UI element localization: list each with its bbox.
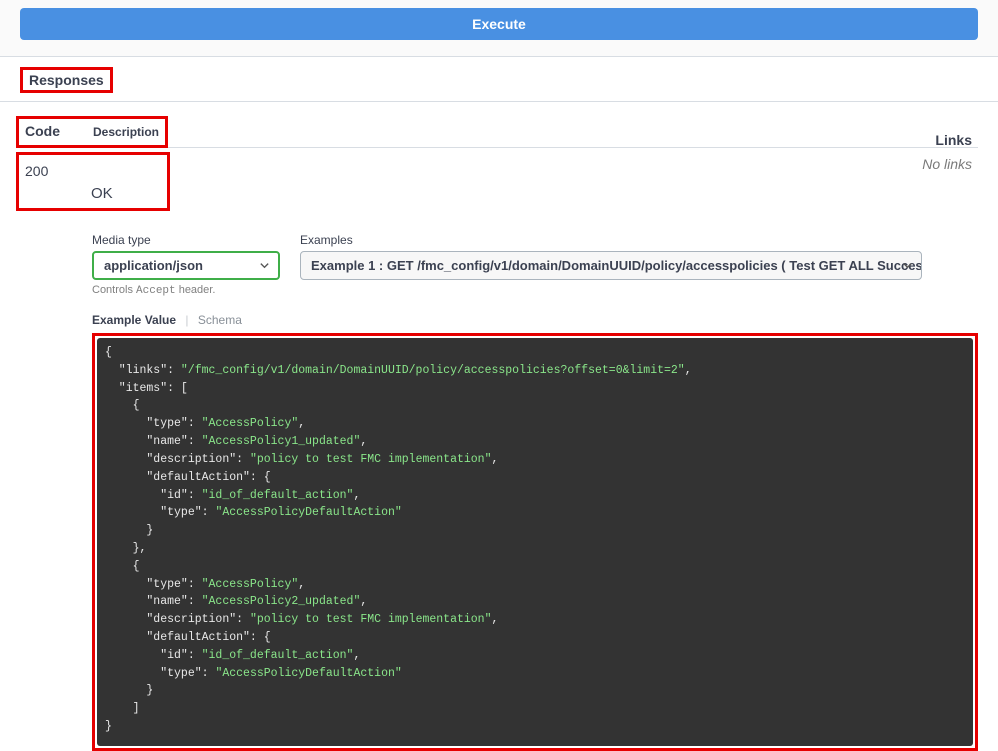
chevron-down-icon xyxy=(258,260,270,272)
column-header-links: Links xyxy=(935,132,978,148)
execute-section: Execute xyxy=(0,0,998,57)
responses-table: Code Description Links 200 OK No links M… xyxy=(0,102,998,751)
chevron-down-icon xyxy=(901,260,913,272)
column-header-description: Description xyxy=(91,125,159,139)
column-header-code: Code xyxy=(25,123,91,139)
examples-label: Examples xyxy=(300,233,922,247)
tab-schema[interactable]: Schema xyxy=(198,313,242,327)
media-type-note: Controls Accept header. xyxy=(92,284,280,297)
examples-select[interactable]: Example 1 : GET /fmc_config/v1/domain/Do… xyxy=(300,251,922,280)
responses-heading: Responses xyxy=(29,72,104,88)
examples-value: Example 1 : GET /fmc_config/v1/domain/Do… xyxy=(311,258,922,273)
tab-example-value[interactable]: Example Value xyxy=(92,313,176,327)
media-type-value: application/json xyxy=(104,258,203,273)
responses-bar: Responses xyxy=(0,57,998,102)
response-links: No links xyxy=(922,148,978,211)
examples-group: Examples Example 1 : GET /fmc_config/v1/… xyxy=(300,233,922,297)
code-block-highlight: { "links": "/fmc_config/v1/domain/Domain… xyxy=(92,333,978,751)
response-code: 200 xyxy=(25,161,91,202)
media-type-label: Media type xyxy=(92,233,280,247)
tab-separator: | xyxy=(179,313,194,327)
media-type-group: Media type application/json Controls Acc… xyxy=(92,233,280,297)
example-tabs: Example Value | Schema xyxy=(92,313,978,327)
media-type-select[interactable]: application/json xyxy=(92,251,280,280)
table-header-row: Code Description Links xyxy=(16,116,978,148)
execute-button[interactable]: Execute xyxy=(20,8,978,40)
row-highlight-box: 200 OK xyxy=(16,152,170,211)
responses-heading-highlight: Responses xyxy=(20,67,113,93)
media-examples-row: Media type application/json Controls Acc… xyxy=(92,233,978,297)
response-description: OK xyxy=(91,161,113,202)
table-row: 200 OK No links xyxy=(16,148,978,211)
example-code-block[interactable]: { "links": "/fmc_config/v1/domain/Domain… xyxy=(97,338,973,746)
header-highlight-box: Code Description xyxy=(16,116,168,148)
